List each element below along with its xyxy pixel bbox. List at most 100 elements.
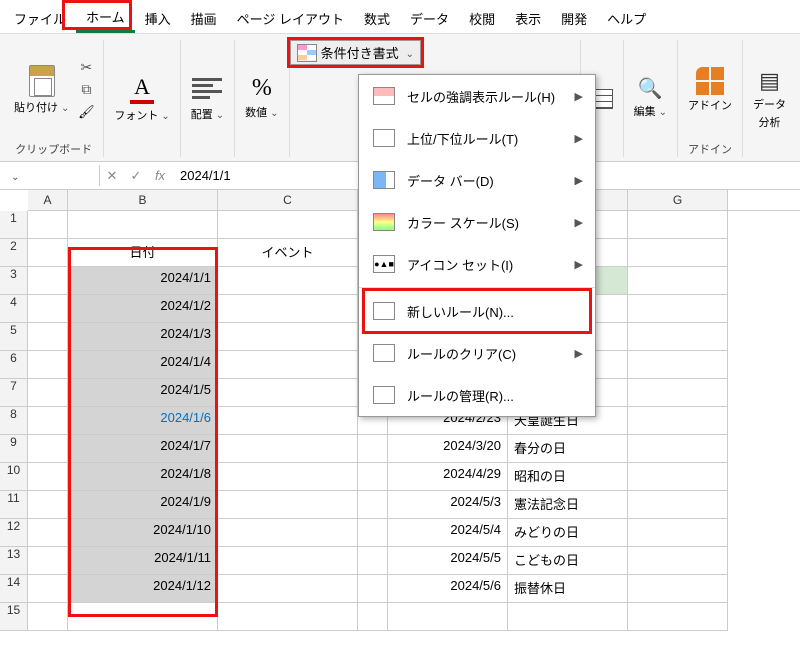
cell-event[interactable]: イベント xyxy=(218,239,358,267)
menu-tab-9[interactable]: 開発 xyxy=(551,5,597,32)
addin-button[interactable]: アドイン xyxy=(686,65,734,115)
column-header[interactable]: G xyxy=(628,190,728,210)
format-painter-button[interactable] xyxy=(77,103,95,121)
cell-date[interactable]: 2024/1/1 xyxy=(68,267,218,295)
cell[interactable] xyxy=(628,351,728,379)
cell[interactable] xyxy=(358,547,388,575)
menu-top-bottom-rules[interactable]: 上位/下位ルール(T) ▶ xyxy=(359,117,595,159)
cell-event[interactable] xyxy=(218,575,358,603)
copy-button[interactable] xyxy=(77,81,95,99)
cell-date[interactable] xyxy=(68,603,218,631)
cell[interactable] xyxy=(628,547,728,575)
cell[interactable] xyxy=(28,575,68,603)
row-header[interactable]: 7 xyxy=(0,379,28,407)
cell[interactable] xyxy=(628,463,728,491)
data-analysis-button[interactable]: データ 分析 xyxy=(751,66,788,132)
accept-formula-button[interactable]: ✓ xyxy=(124,168,148,184)
column-header[interactable]: B xyxy=(68,190,218,210)
cell-event[interactable] xyxy=(218,351,358,379)
row-header[interactable]: 9 xyxy=(0,435,28,463)
cell-event[interactable] xyxy=(218,547,358,575)
menu-tab-8[interactable]: 表示 xyxy=(505,5,551,32)
font-button[interactable]: A フォント xyxy=(112,71,171,125)
row-header[interactable]: 14 xyxy=(0,575,28,603)
cell-date[interactable]: 2024/1/6 xyxy=(68,407,218,435)
cell-event[interactable] xyxy=(218,463,358,491)
cell-date[interactable]: 2024/1/7 xyxy=(68,435,218,463)
cell-holiday-name[interactable]: 春分の日 xyxy=(508,435,628,463)
cell[interactable] xyxy=(628,519,728,547)
insert-function-button[interactable]: fx xyxy=(148,168,172,183)
cell[interactable] xyxy=(358,463,388,491)
cell[interactable] xyxy=(628,603,728,631)
cell[interactable] xyxy=(358,575,388,603)
conditional-formatting-button[interactable]: 条件付き書式 xyxy=(290,40,421,65)
cell-event[interactable] xyxy=(218,603,358,631)
row-header[interactable]: 12 xyxy=(0,519,28,547)
cell-date[interactable]: 2024/1/12 xyxy=(68,575,218,603)
cell[interactable] xyxy=(28,351,68,379)
cell-holiday-name[interactable]: こどもの日 xyxy=(508,547,628,575)
menu-color-scales[interactable]: カラー スケール(S) ▶ xyxy=(359,201,595,243)
cell[interactable] xyxy=(628,491,728,519)
cell[interactable] xyxy=(28,463,68,491)
alignment-button[interactable]: 配置 xyxy=(189,72,226,124)
cell[interactable] xyxy=(28,603,68,631)
cell-event[interactable] xyxy=(218,435,358,463)
cell[interactable] xyxy=(628,295,728,323)
cell[interactable] xyxy=(358,435,388,463)
row-header[interactable]: 13 xyxy=(0,547,28,575)
name-box[interactable] xyxy=(0,165,100,186)
cell-date[interactable]: 2024/1/8 xyxy=(68,463,218,491)
cell[interactable] xyxy=(28,211,68,239)
cell-event[interactable] xyxy=(218,491,358,519)
row-header[interactable]: 8 xyxy=(0,407,28,435)
cell[interactable] xyxy=(28,267,68,295)
cell-date[interactable]: 2024/1/2 xyxy=(68,295,218,323)
menu-tab-5[interactable]: 数式 xyxy=(354,5,400,32)
row-header[interactable]: 10 xyxy=(0,463,28,491)
number-format-button[interactable]: % 数値 xyxy=(243,73,280,122)
cell[interactable] xyxy=(358,491,388,519)
menu-tab-0[interactable]: ファイル xyxy=(4,5,76,32)
cell-event[interactable] xyxy=(218,267,358,295)
cell[interactable] xyxy=(358,519,388,547)
menu-tab-4[interactable]: ページ レイアウト xyxy=(227,5,354,32)
cell-holiday-name[interactable]: みどりの日 xyxy=(508,519,628,547)
cell[interactable] xyxy=(628,575,728,603)
menu-highlight-cells-rules[interactable]: セルの強調表示ルール(H) ▶ xyxy=(359,75,595,117)
cell-event[interactable] xyxy=(218,379,358,407)
cell-holiday-date[interactable]: 2024/4/29 xyxy=(388,463,508,491)
cell-holiday-name[interactable]: 昭和の日 xyxy=(508,463,628,491)
cell-event[interactable] xyxy=(218,323,358,351)
cell-date[interactable]: 2024/1/5 xyxy=(68,379,218,407)
cell[interactable] xyxy=(628,239,728,267)
cell-holiday-name[interactable] xyxy=(508,603,628,631)
menu-data-bars[interactable]: データ バー(D) ▶ xyxy=(359,159,595,201)
cell[interactable] xyxy=(628,379,728,407)
cell-event[interactable] xyxy=(218,211,358,239)
row-header[interactable]: 5 xyxy=(0,323,28,351)
cell-date[interactable] xyxy=(68,211,218,239)
cell[interactable] xyxy=(28,379,68,407)
cell[interactable] xyxy=(28,239,68,267)
menu-tab-3[interactable]: 描画 xyxy=(181,5,227,32)
cancel-formula-button[interactable]: ✕ xyxy=(100,168,124,184)
cell-event[interactable] xyxy=(218,519,358,547)
row-header[interactable]: 6 xyxy=(0,351,28,379)
row-header[interactable]: 11 xyxy=(0,491,28,519)
cell[interactable] xyxy=(358,603,388,631)
cell-holiday-name[interactable]: 振替休日 xyxy=(508,575,628,603)
row-header[interactable]: 3 xyxy=(0,267,28,295)
cell[interactable] xyxy=(628,407,728,435)
cell[interactable] xyxy=(28,323,68,351)
cell-date[interactable]: 2024/1/10 xyxy=(68,519,218,547)
cell[interactable] xyxy=(28,547,68,575)
cut-button[interactable] xyxy=(77,59,95,77)
paste-button[interactable]: 貼り付け xyxy=(12,63,71,117)
cell[interactable] xyxy=(28,295,68,323)
cell-event[interactable] xyxy=(218,295,358,323)
cell-holiday-date[interactable]: 2024/5/4 xyxy=(388,519,508,547)
menu-tab-7[interactable]: 校閲 xyxy=(459,5,505,32)
cell[interactable] xyxy=(628,323,728,351)
